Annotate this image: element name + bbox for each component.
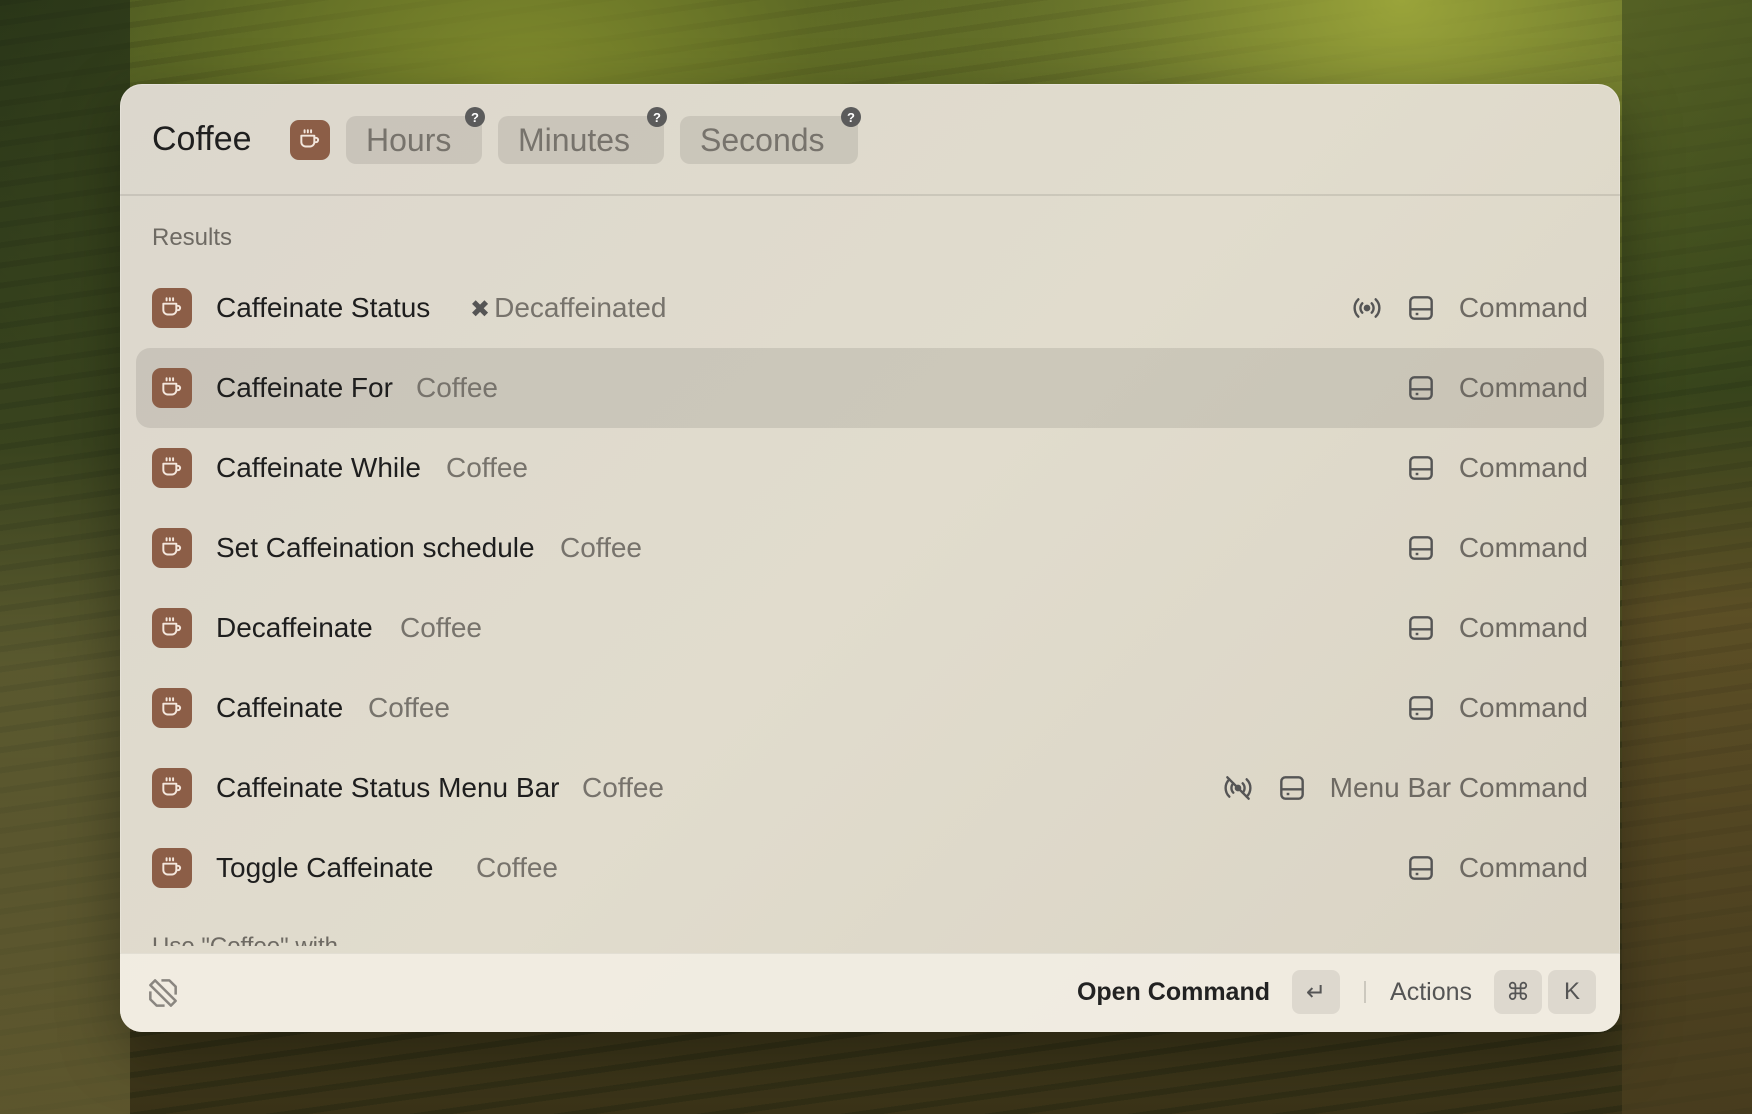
- result-accessories: Menu Bar Command: [1222, 768, 1588, 808]
- use-with-label: Use "Coffee" with...: [152, 933, 358, 946]
- raycast-logo-icon[interactable]: [144, 974, 182, 1012]
- result-accessories: Command: [1405, 368, 1588, 408]
- next-section-label: Use "Coffee" with... ⚙: [152, 932, 358, 946]
- result-subtitle: Coffee: [560, 532, 642, 563]
- result-accessories: Command: [1405, 448, 1588, 488]
- result-title: Toggle Caffeinate: [216, 852, 434, 883]
- result-type: Command: [1458, 292, 1588, 323]
- coffee-icon: [152, 688, 192, 728]
- open-command-button[interactable]: Open Command: [1077, 978, 1270, 1007]
- coffee-icon: [290, 120, 330, 160]
- result-type: Command: [1458, 692, 1588, 723]
- result-title: Set Caffeination schedule: [216, 532, 535, 563]
- result-title: Caffeinate Status: [216, 292, 431, 323]
- result-subtitle: Coffee: [446, 452, 528, 483]
- result-type: Menu Bar Command: [1329, 772, 1588, 803]
- tray-icon: [1405, 292, 1437, 324]
- minutes-argument-placeholder: Minutes: [518, 121, 631, 158]
- result-title: Caffeinate: [216, 692, 344, 723]
- result-title: Decaffeinate: [216, 612, 373, 643]
- seconds-argument-placeholder: Seconds: [700, 121, 825, 158]
- actions-button[interactable]: Actions: [1390, 978, 1472, 1007]
- hours-argument-placeholder: Hours: [366, 121, 452, 158]
- results-section-label: Results: [152, 224, 233, 251]
- result-row-caffeinate-while[interactable]: Caffeinate While Coffee Command: [136, 428, 1604, 508]
- tray-icon: [1405, 372, 1437, 404]
- help-icon[interactable]: ?: [841, 107, 861, 127]
- search-bar: Coffee Hours ? Minutes ? Seconds ?: [120, 84, 1620, 196]
- result-row-caffeinate-status-menu-bar[interactable]: Caffeinate Status Menu Bar Coffee Menu B…: [136, 748, 1604, 828]
- coffee-icon: [152, 368, 192, 408]
- result-type: Command: [1458, 532, 1588, 563]
- result-subtitle: Coffee: [416, 372, 498, 403]
- help-icon[interactable]: ?: [465, 107, 485, 127]
- result-subtitle: ✖ Decaffeinated: [470, 292, 666, 324]
- footer-actions: Open Command ↵ Actions ⌘ K: [1077, 970, 1596, 1014]
- result-title: Caffeinate Status Menu Bar: [216, 772, 560, 803]
- tray-icon: [1405, 852, 1437, 884]
- return-key-icon: ↵: [1292, 970, 1341, 1014]
- coffee-icon: [152, 848, 192, 888]
- result-accessories: Command: [1351, 288, 1588, 328]
- command-key-icon: ⌘: [1494, 970, 1542, 1014]
- broadcast-off-icon: [1222, 772, 1254, 804]
- result-title: Caffeinate For: [216, 372, 393, 403]
- result-row-caffeinate[interactable]: Caffeinate Coffee Command: [136, 668, 1604, 748]
- tray-icon: [1405, 692, 1437, 724]
- k-key: K: [1548, 970, 1596, 1014]
- result-accessories: Command: [1405, 848, 1588, 888]
- coffee-icon: [152, 528, 192, 568]
- tray-icon: [1405, 532, 1437, 564]
- result-accessories: Command: [1405, 608, 1588, 648]
- coffee-icon: [152, 608, 192, 648]
- result-subtitle: Coffee: [368, 692, 450, 723]
- tray-icon: [1405, 452, 1437, 484]
- result-subtitle: Coffee: [400, 612, 482, 643]
- x-mark-icon: ✖: [470, 296, 491, 323]
- result-row-toggle-caffeinate[interactable]: Toggle Caffeinate Coffee Command: [136, 828, 1604, 908]
- coffee-icon: [152, 448, 192, 488]
- result-type: Command: [1458, 372, 1588, 403]
- wallpaper-left: [0, 0, 130, 1114]
- tray-icon: [1405, 612, 1437, 644]
- result-row-set-caffeination-schedule[interactable]: Set Caffeination schedule Coffee Command: [136, 508, 1604, 588]
- result-row-decaffeinate[interactable]: Decaffeinate Coffee Command: [136, 588, 1604, 668]
- help-icon[interactable]: ?: [647, 107, 667, 127]
- result-row-caffeinate-status[interactable]: Caffeinate Status ✖ Decaffeinated Command: [136, 268, 1604, 348]
- result-row-caffeinate-for[interactable]: Caffeinate For Coffee Command: [136, 348, 1604, 428]
- result-accessories: Command: [1405, 688, 1588, 728]
- result-type: Command: [1458, 852, 1588, 883]
- result-type: Command: [1458, 612, 1588, 643]
- action-bar: Open Command ↵ Actions ⌘ K: [120, 953, 1620, 1032]
- broadcast-icon: [1351, 292, 1383, 324]
- coffee-icon: [152, 288, 192, 328]
- result-type: Command: [1458, 452, 1588, 483]
- wallpaper-right: [1622, 0, 1752, 1114]
- seconds-argument-input[interactable]: Seconds ?: [680, 107, 861, 164]
- result-title: Caffeinate While: [216, 452, 421, 483]
- divider: [1364, 981, 1367, 1003]
- coffee-icon: [152, 768, 192, 808]
- hours-argument-input[interactable]: Hours ?: [346, 107, 485, 164]
- command-title: Coffee: [152, 120, 252, 158]
- result-subtitle: Coffee: [582, 772, 664, 803]
- minutes-argument-input[interactable]: Minutes ?: [498, 107, 667, 164]
- launcher-window: Coffee Hours ? Minutes ? Seconds ? Resul…: [120, 84, 1620, 1032]
- result-subtitle: Coffee: [476, 852, 558, 883]
- result-accessories: Command: [1405, 528, 1588, 568]
- tray-icon: [1276, 772, 1308, 804]
- status-text: Decaffeinated: [494, 292, 667, 323]
